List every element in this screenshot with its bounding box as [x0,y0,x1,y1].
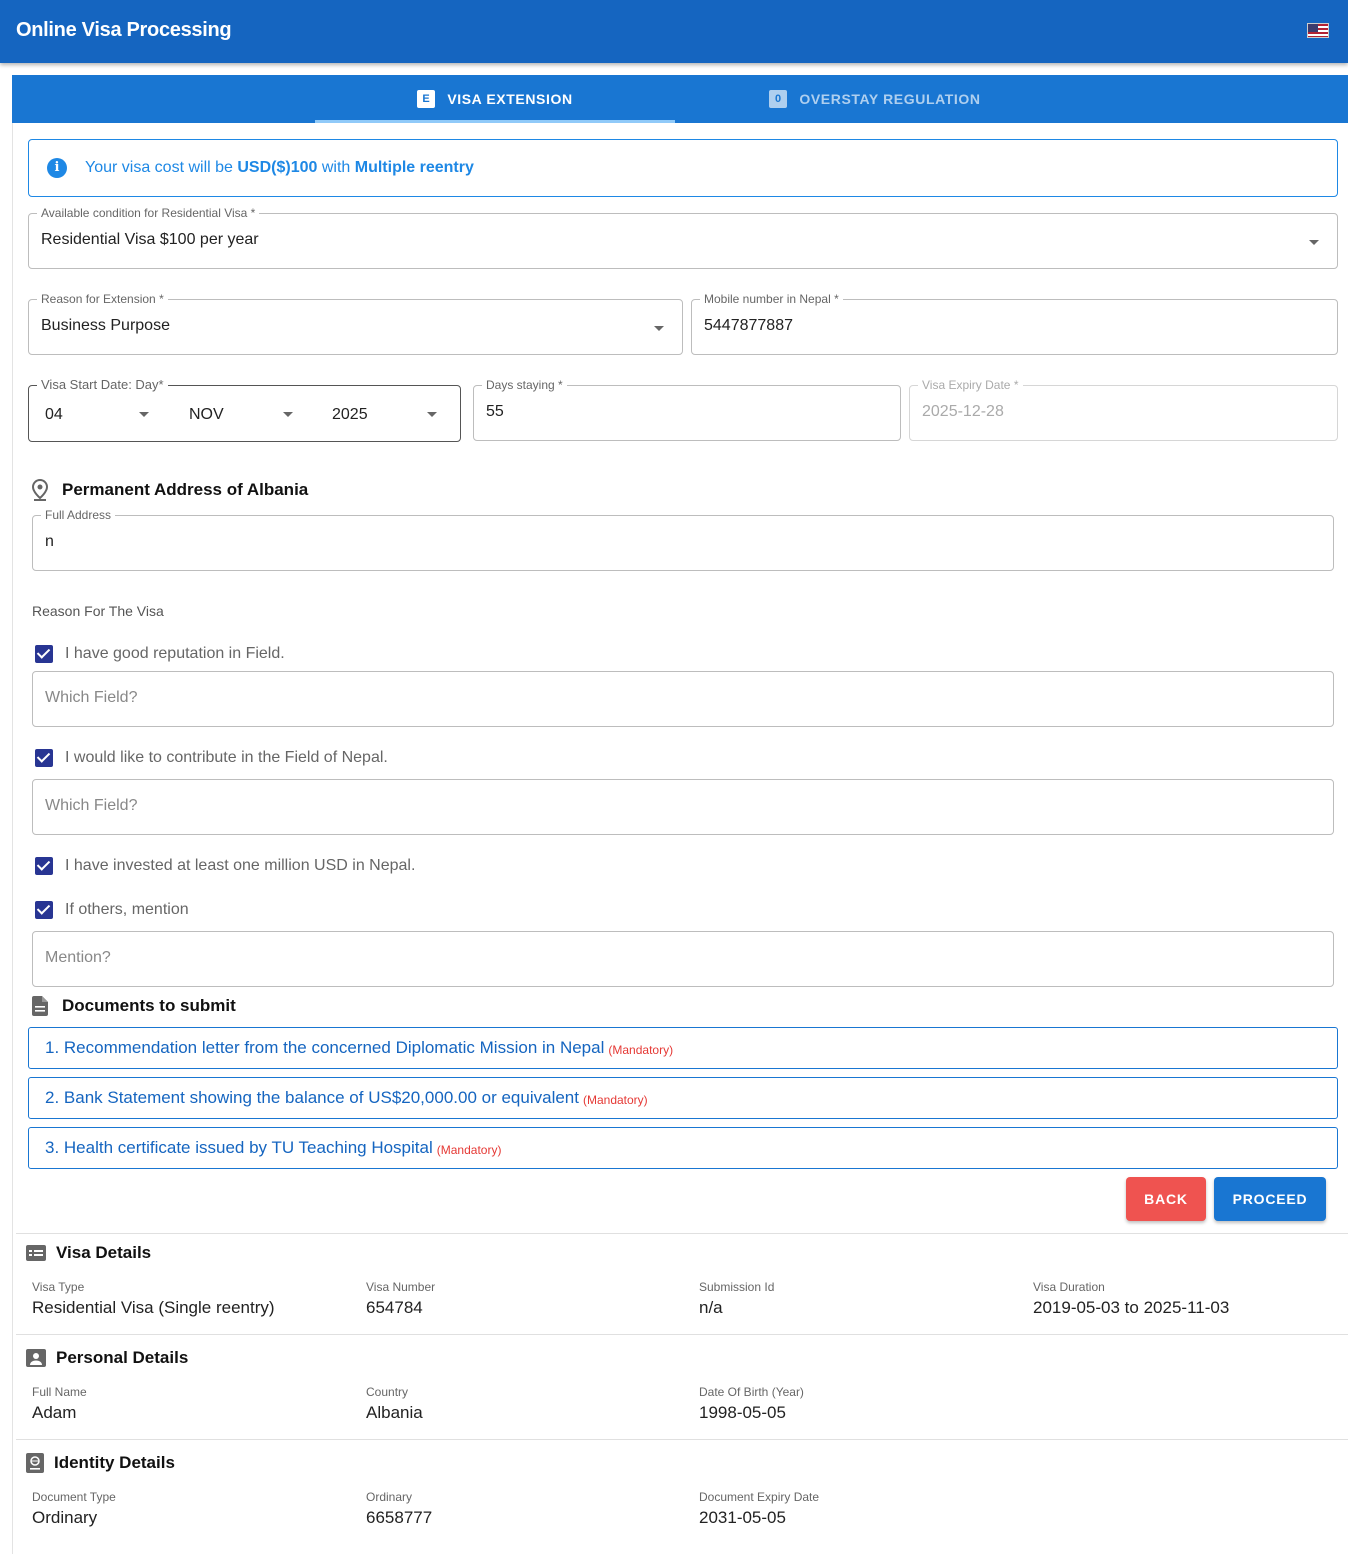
checkbox-checked-icon [35,645,53,663]
passport-icon [26,1453,44,1473]
address-section-title: Permanent Address of Albania [32,479,308,501]
document-text: 3. Health certificate issued by TU Teach… [45,1138,433,1157]
mandatory-tag: (Mandatory) [582,1092,648,1107]
year-select[interactable]: 2025 [332,406,368,424]
field-placeholder: Which Field? [45,689,138,706]
app-bar: Online Visa Processing [0,0,1348,63]
checkbox-label: I have invested at least one million USD… [65,857,416,874]
field-label: Mobile number in Nepal * [700,292,843,306]
field-label: Visa Start Date: Day* [37,378,168,392]
mobile-input[interactable]: Mobile number in Nepal * 5447877887 [691,292,1338,355]
mention-input[interactable]: Mention? [32,931,1334,987]
field-value: 55 [486,403,504,420]
field-label: Reason for Extension * [37,292,168,306]
field-placeholder: Mention? [45,949,111,966]
full-name-detail: Full Name Adam [32,1385,87,1422]
field-label: Visa Expiry Date * [918,378,1023,392]
others-checkbox[interactable]: If others, mention [35,901,189,919]
field-placeholder: Which Field? [45,797,138,814]
condition-select[interactable]: Available condition for Residential Visa… [28,206,1338,269]
person-icon [26,1349,46,1367]
contribute-checkbox[interactable]: I would like to contribute in the Field … [35,749,388,767]
visa-details-title: Visa Details [26,1243,151,1263]
document-type-detail: Document Type Ordinary [32,1490,116,1527]
document-item[interactable]: 3. Health certificate issued by TU Teach… [28,1127,1338,1169]
visa-number-detail: Visa Number 654784 [366,1280,436,1317]
divider [16,1334,1348,1335]
month-select[interactable]: NOV [189,406,224,424]
which-field-input-2[interactable]: Which Field? [32,779,1334,835]
checkbox-checked-icon [35,901,53,919]
days-staying-input[interactable]: Days staying * 55 [473,378,901,441]
chevron-down-icon [1309,240,1319,245]
us-flag-icon[interactable] [1307,23,1329,38]
reputation-checkbox[interactable]: I have good reputation in Field. [35,645,285,663]
tab-overstay-regulation[interactable]: 0 OVERSTAY REGULATION [675,75,1075,123]
checkbox-label: I would like to contribute in the Field … [65,749,388,766]
identity-details-title: Identity Details [26,1453,175,1473]
day-select[interactable]: 04 [45,406,63,424]
field-label: Available condition for Residential Visa… [37,206,260,220]
chevron-down-icon [139,412,149,417]
app-title: Online Visa Processing [16,19,232,41]
visa-duration-detail: Visa Duration 2019-05-03 to 2025-11-03 [1033,1280,1230,1317]
which-field-input-1[interactable]: Which Field? [32,671,1334,727]
divider [16,1439,1348,1440]
tab-visa-extension[interactable]: E VISA EXTENSION [315,75,675,123]
country-detail: Country Albania [366,1385,423,1422]
checkbox-checked-icon [35,749,53,767]
field-value: Business Purpose [41,317,170,334]
field-label: Days staying * [482,378,567,392]
document-icon [32,996,48,1016]
field-value: 2025-12-28 [922,403,1004,420]
reason-select[interactable]: Reason for Extension * Business Purpose [28,292,683,355]
field-value: Residential Visa $100 per year [41,231,259,248]
field-value: n [45,533,54,550]
dob-detail: Date Of Birth (Year) 1998-05-05 [699,1385,804,1422]
checkbox-label: If others, mention [65,901,189,918]
chevron-down-icon [654,326,664,331]
visa-type-detail: Visa Type Residential Visa (Single reentr… [32,1280,275,1317]
ordinary-detail: Ordinary 6658777 [366,1490,433,1527]
back-button[interactable]: BACK [1126,1177,1206,1221]
checkbox-checked-icon [35,857,53,875]
field-label: Full Address [41,508,116,522]
chevron-down-icon [427,412,437,417]
reason-for-visa-label: Reason For The Visa [32,603,164,619]
full-address-input[interactable]: Full Address n [32,508,1334,571]
visa-expiry-input: Visa Expiry Date * 2025-12-28 [909,378,1338,441]
invested-checkbox[interactable]: I have invested at least one million USD… [35,857,415,875]
mandatory-tag: (Mandatory) [436,1142,502,1157]
visa-cost-alert: i Your visa cost will be USD($)100 with … [28,139,1338,197]
tab-badge: 0 [769,90,788,108]
document-item[interactable]: 1. Recommendation letter from the concer… [28,1027,1338,1069]
document-text: 1. Recommendation letter from the concer… [45,1038,605,1057]
tab-label: VISA EXTENSION [447,91,573,107]
divider [16,1233,1348,1234]
field-value: 5447877887 [704,317,793,334]
alert-text: Your visa cost will be USD($)100 with Mu… [85,159,474,176]
document-item[interactable]: 2. Bank Statement showing the balance of… [28,1077,1338,1119]
chevron-down-icon [283,412,293,417]
tab-label: OVERSTAY REGULATION [799,91,981,107]
info-icon: i [47,158,67,178]
personal-details-title: Personal Details [26,1348,188,1368]
tab-badge: E [417,90,436,108]
visa-start-date: Visa Start Date: Day* 04 NOV 2025 [28,378,461,442]
tab-bar: E VISA EXTENSION 0 OVERSTAY REGULATION [12,75,1348,123]
card-list-icon [26,1245,46,1261]
document-expiry-detail: Document Expiry Date 2031-05-05 [699,1490,820,1527]
checkbox-label: I have good reputation in Field. [65,645,285,662]
documents-section-title: Documents to submit [32,996,236,1016]
location-pin-icon [32,479,48,501]
mandatory-tag: (Mandatory) [608,1042,674,1057]
proceed-button[interactable]: PROCEED [1214,1177,1326,1221]
document-text: 2. Bank Statement showing the balance of… [45,1088,579,1107]
submission-id-detail: Submission Id n/a [699,1280,775,1317]
